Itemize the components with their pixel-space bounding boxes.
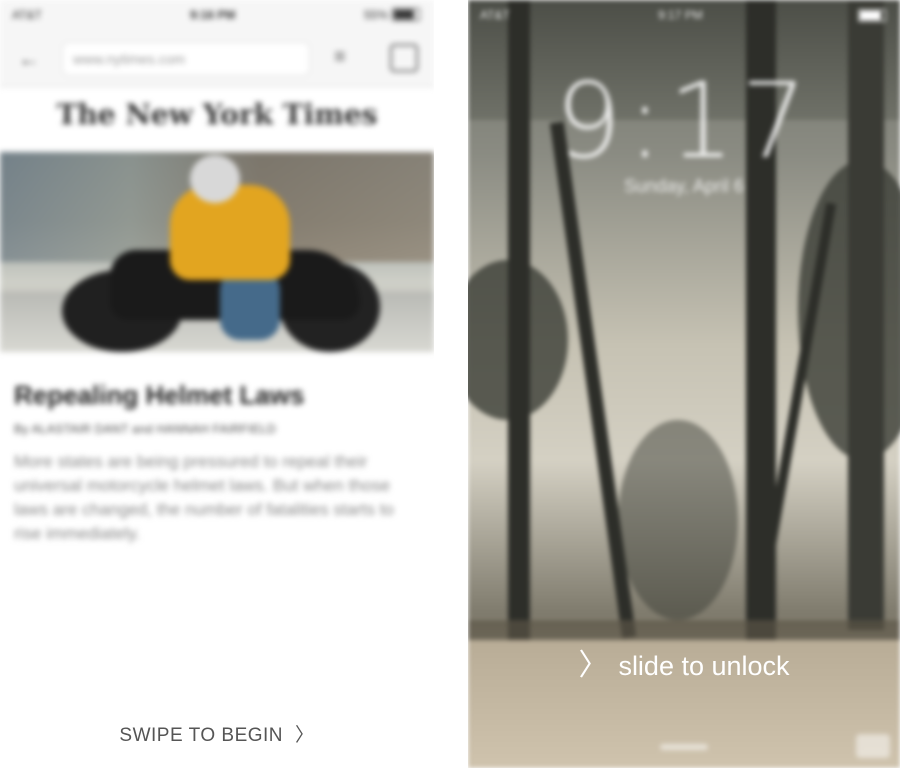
battery-percent: 55%: [363, 8, 388, 22]
article-byline: By ALASTAIR DANT and HANNAH FAIRFIELD: [14, 422, 277, 436]
back-arrow-icon[interactable]: ←: [18, 46, 40, 72]
swipe-to-begin-prompt[interactable]: SWIPE TO BEGIN 〉: [0, 720, 434, 747]
lock-battery-icon: [858, 9, 886, 22]
lock-clock: 9:17: [555, 60, 813, 182]
chevron-right-icon: 〉: [578, 649, 609, 682]
divider: [434, 0, 468, 768]
slide-to-unlock-label: slide to unlock: [618, 651, 790, 681]
lock-status-time: 9:17 PM: [658, 8, 703, 22]
rider-leg: [220, 270, 280, 340]
swipe-label: SWIPE TO BEGIN: [119, 725, 284, 746]
lock-date: Sunday, April 6: [624, 176, 744, 196]
battery-icon: [392, 8, 420, 21]
left-phone-screen: AT&T 9:16 PM 55% ← www.nytimes.com ≡ The…: [0, 0, 434, 768]
status-bar: AT&T 9:16 PM 55%: [0, 0, 434, 28]
control-center-grabber[interactable]: [660, 744, 708, 750]
slide-to-unlock-slider[interactable]: 〉 slide to unlock: [468, 640, 900, 684]
lock-status-bar: AT&T 9:17 PM: [468, 0, 900, 30]
lock-carrier-label: AT&T: [480, 8, 510, 22]
article-summary: More states are being pressured to repea…: [14, 452, 394, 543]
camera-icon[interactable]: [856, 734, 890, 758]
article-headline: Repealing Helmet Laws: [14, 380, 305, 410]
address-bar[interactable]: www.nytimes.com: [62, 42, 310, 76]
right-phone-lock-screen: AT&T 9:17 PM 9:17 Sunday, April 6 〉 slide…: [468, 0, 900, 768]
browser-toolbar: ← www.nytimes.com ≡: [0, 28, 434, 87]
status-time: 9:16 PM: [190, 8, 236, 22]
chevron-right-icon: 〉: [295, 725, 315, 746]
tabs-icon[interactable]: [390, 44, 418, 72]
blurred-article-background: AT&T 9:16 PM 55% ← www.nytimes.com ≡ The…: [0, 0, 434, 600]
carrier-label: AT&T: [12, 8, 42, 22]
rider-helmet: [190, 155, 240, 203]
url-text: www.nytimes.com: [73, 51, 186, 67]
rider-yellow-jacket: [170, 185, 290, 280]
nyt-masthead-logo: The New York Times: [56, 98, 378, 131]
menu-icon[interactable]: ≡: [334, 46, 346, 69]
